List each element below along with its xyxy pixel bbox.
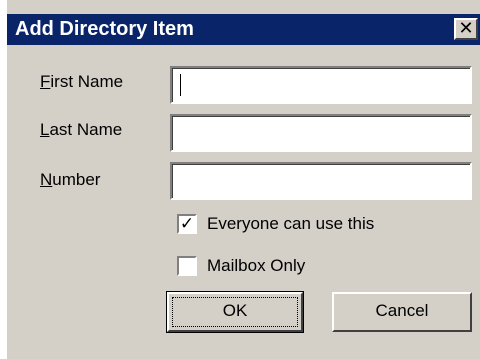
last-name-label: Last Name	[40, 120, 123, 139]
everyone-can-use-checkbox[interactable]: ✓	[177, 214, 197, 234]
dialog-title: Add Directory Item	[15, 18, 194, 40]
everyone-can-use-label: Everyone can use this	[207, 214, 375, 233]
close-button[interactable]: ✕	[454, 18, 478, 40]
number-field[interactable]	[170, 162, 472, 200]
cancel-button[interactable]: Cancel	[332, 292, 472, 332]
title-bar[interactable]: Add Directory Item ✕	[7, 14, 480, 45]
text-caret	[180, 74, 181, 96]
add-directory-item-dialog: Add Directory Item ✕ First Name Last Nam…	[5, 0, 480, 359]
last-name-field[interactable]	[170, 114, 472, 152]
first-name-label: First Name	[40, 72, 124, 91]
close-icon: ✕	[458, 18, 474, 38]
check-mark-icon: ✓	[179, 214, 195, 233]
mailbox-only-checkbox[interactable]	[177, 256, 197, 276]
mailbox-only-label: Mailbox Only	[207, 256, 306, 275]
ok-button[interactable]: OK	[166, 291, 304, 333]
first-name-field[interactable]	[170, 66, 472, 104]
focus-rectangle	[172, 297, 298, 327]
number-label: Number	[40, 170, 101, 189]
cancel-button-label: Cancel	[375, 301, 429, 320]
